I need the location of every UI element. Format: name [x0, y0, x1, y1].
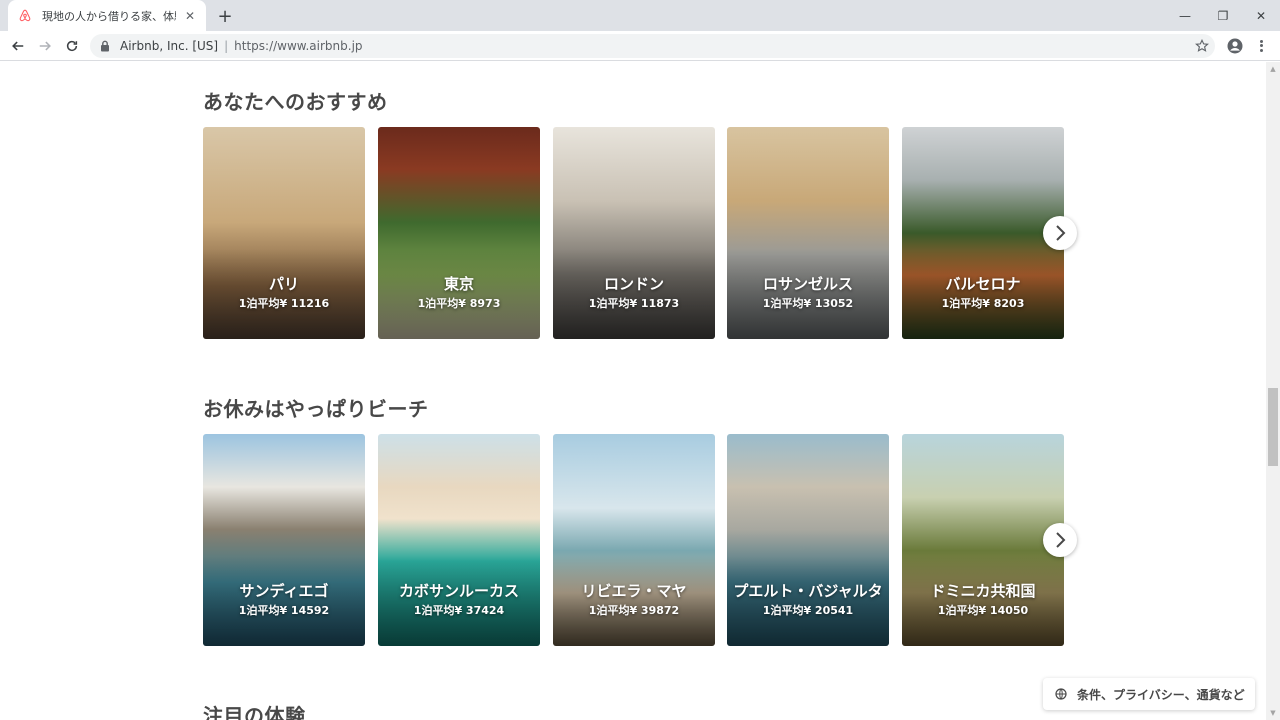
- globe-icon: [1055, 688, 1067, 700]
- destination-card[interactable]: バルセロナ 1泊平均¥ 8203: [902, 127, 1064, 339]
- card-price: 1泊平均¥ 8973: [417, 297, 501, 310]
- card-city: バルセロナ: [945, 275, 1021, 293]
- back-icon[interactable]: [7, 35, 29, 57]
- card-city: カボサンルーカス: [398, 582, 519, 600]
- destination-card[interactable]: ドミニカ共和国 1泊平均¥ 14050: [902, 434, 1064, 646]
- scroll-up-arrow-icon[interactable]: ▲: [1266, 62, 1280, 76]
- footer-settings-label: 条件、プライバシー、通貨など: [1077, 687, 1245, 702]
- browser-toolbar: Airbnb, Inc. [US] | https://www.airbnb.j…: [0, 31, 1280, 61]
- card-city: サンディエゴ: [239, 582, 329, 600]
- card-city: リビエラ・マヤ: [581, 582, 687, 600]
- page-scrollbar[interactable]: ▲ ▼: [1266, 62, 1280, 720]
- card-price: 1泊平均¥ 14592: [238, 604, 330, 617]
- beach-carousel: サンディエゴ 1泊平均¥ 14592 カボサンルーカス 1泊平均¥ 37424 リビ…: [203, 434, 1079, 646]
- section-title-beach: お休みはやっぱりビーチ: [203, 397, 429, 421]
- card-price: 1泊平均¥ 37424: [413, 604, 505, 617]
- card-price: 1泊平均¥ 11873: [588, 297, 680, 310]
- new-tab-button[interactable]: +: [214, 5, 236, 27]
- site-identity[interactable]: Airbnb, Inc. [US]: [120, 39, 218, 53]
- destination-card[interactable]: プエルト・バジャルタ 1泊平均¥ 20541: [727, 434, 889, 646]
- scroll-down-arrow-icon[interactable]: ▼: [1266, 706, 1280, 720]
- card-city: ドミニカ共和国: [930, 582, 1036, 600]
- card-price: 1泊平均¥ 13052: [762, 297, 854, 310]
- browser-menu-icon[interactable]: [1254, 37, 1268, 55]
- address-bar[interactable]: Airbnb, Inc. [US] | https://www.airbnb.j…: [90, 34, 1215, 58]
- reload-icon[interactable]: [61, 35, 83, 57]
- card-price: 1泊平均¥ 14050: [937, 604, 1029, 617]
- bookmark-star-icon[interactable]: [1193, 37, 1211, 55]
- tab-title: 現地の人から借りる家、体験&スポット: [42, 9, 176, 23]
- card-city: ロサンゼルス: [762, 275, 853, 293]
- card-price: 1泊平均¥ 20541: [762, 604, 854, 617]
- lock-icon: [100, 40, 112, 52]
- chevron-right-icon: [1056, 532, 1066, 548]
- destination-card[interactable]: ロサンゼルス 1泊平均¥ 13052: [727, 127, 889, 339]
- card-price: 1泊平均¥ 11216: [238, 297, 330, 310]
- card-city: プエルト・バジャルタ: [733, 582, 883, 600]
- carousel-next-button[interactable]: [1043, 216, 1077, 250]
- destination-card[interactable]: サンディエゴ 1泊平均¥ 14592: [203, 434, 365, 646]
- close-tab-icon[interactable]: ✕: [182, 8, 198, 24]
- card-city: 東京: [443, 275, 474, 293]
- tab-strip: 現地の人から借りる家、体験&スポット ✕ + — ❐ ✕: [0, 0, 1280, 31]
- scrollbar-thumb[interactable]: [1268, 388, 1278, 466]
- destination-card[interactable]: リビエラ・マヤ 1泊平均¥ 39872: [553, 434, 715, 646]
- destination-card[interactable]: ロンドン 1泊平均¥ 11873: [553, 127, 715, 339]
- close-window-button[interactable]: ✕: [1242, 0, 1280, 31]
- destination-card[interactable]: パリ 1泊平均¥ 11216: [203, 127, 365, 339]
- profile-icon[interactable]: [1226, 37, 1244, 55]
- restore-button[interactable]: ❐: [1204, 0, 1242, 31]
- section-title-recommended: あなたへのおすすめ: [203, 90, 388, 114]
- browser-tab[interactable]: 現地の人から借りる家、体験&スポット ✕: [8, 0, 206, 31]
- card-price: 1泊平均¥ 8203: [941, 297, 1025, 310]
- card-city: ロンドン: [603, 275, 664, 293]
- airbnb-logo-icon: [18, 8, 34, 24]
- chevron-right-icon: [1056, 225, 1066, 241]
- carousel-next-button[interactable]: [1043, 523, 1077, 557]
- forward-icon[interactable]: [34, 35, 56, 57]
- destination-card[interactable]: カボサンルーカス 1泊平均¥ 37424: [378, 434, 540, 646]
- recommended-carousel: パリ 1泊平均¥ 11216 東京 1泊平均¥ 8973 ロンドン 1泊平均¥ 118…: [203, 127, 1079, 339]
- minimize-button[interactable]: —: [1166, 0, 1204, 31]
- card-price: 1泊平均¥ 39872: [588, 604, 680, 617]
- card-city: パリ: [268, 275, 299, 293]
- footer-settings-button[interactable]: 条件、プライバシー、通貨など: [1043, 678, 1255, 710]
- address-separator: |: [224, 39, 229, 53]
- section-title-experiences: 注目の体験: [203, 704, 306, 720]
- url-text[interactable]: https://www.airbnb.jp: [234, 39, 362, 53]
- page-viewport: あなたへのおすすめ パリ 1泊平均¥ 11216 東京 1泊平均¥ 8973 ロンド…: [0, 62, 1266, 720]
- destination-card[interactable]: 東京 1泊平均¥ 8973: [378, 127, 540, 339]
